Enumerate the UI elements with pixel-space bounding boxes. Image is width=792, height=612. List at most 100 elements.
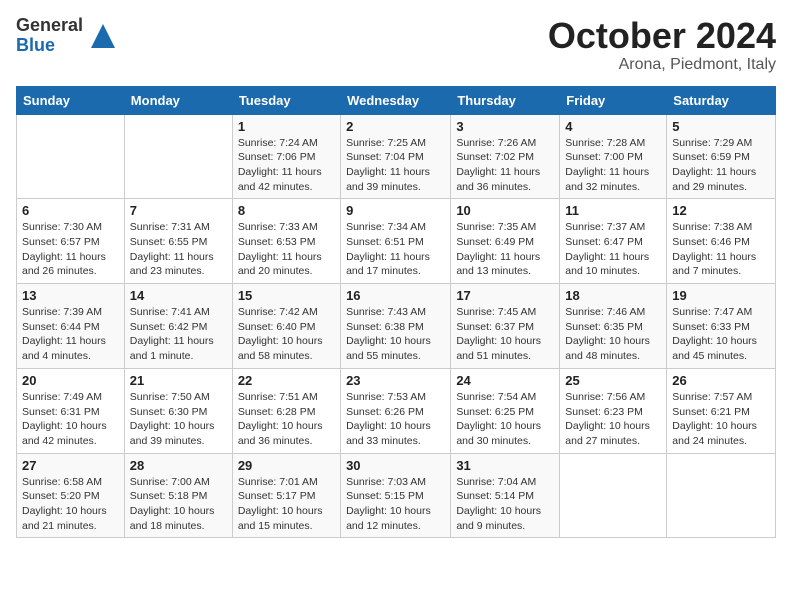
day-info: Sunrise: 7:31 AM Sunset: 6:55 PM Dayligh… bbox=[130, 220, 227, 279]
day-of-week-header: Monday bbox=[124, 86, 232, 114]
calendar-cell: 3 Sunrise: 7:26 AM Sunset: 7:02 PM Daylig… bbox=[451, 114, 560, 199]
day-number: 22 bbox=[238, 373, 335, 388]
calendar-week-row: 20Sunrise: 7:49 AM Sunset: 6:31 PM Dayli… bbox=[17, 368, 776, 453]
calendar-cell: 17 Sunrise: 7:45 AM Sunset: 6:37 PM Dayli… bbox=[451, 284, 560, 369]
calendar-week-row: 1 Sunrise: 7:24 AM Sunset: 7:06 PM Daylig… bbox=[17, 114, 776, 199]
day-number: 26 bbox=[672, 373, 770, 388]
calendar-cell bbox=[17, 114, 125, 199]
day-info: Sunrise: 7:26 AM Sunset: 7:02 PM Dayligh… bbox=[456, 136, 554, 195]
calendar-cell: 22 Sunrise: 7:51 AM Sunset: 6:28 PM Dayli… bbox=[232, 368, 340, 453]
calendar-body: 1 Sunrise: 7:24 AM Sunset: 7:06 PM Daylig… bbox=[17, 114, 776, 538]
calendar-cell: 28Sunrise: 7:00 AM Sunset: 5:18 PM Dayli… bbox=[124, 453, 232, 538]
logo-general: General bbox=[16, 16, 83, 36]
day-of-week-header: Tuesday bbox=[232, 86, 340, 114]
title-area: October 2024 Arona, Piedmont, Italy bbox=[548, 16, 776, 74]
calendar-cell bbox=[560, 453, 667, 538]
day-number: 15 bbox=[238, 288, 335, 303]
month-title: October 2024 bbox=[548, 16, 776, 56]
calendar-cell: 27 Sunrise: 6:58 AM Sunset: 5:20 PM Dayli… bbox=[17, 453, 125, 538]
calendar-cell: 13 Sunrise: 7:39 AM Sunset: 6:44 PM Dayli… bbox=[17, 284, 125, 369]
calendar-cell: 26Sunrise: 7:57 AM Sunset: 6:21 PM Dayli… bbox=[667, 368, 776, 453]
day-number: 11 bbox=[565, 203, 661, 218]
day-info: Sunrise: 7:54 AM Sunset: 6:25 PM Dayligh… bbox=[456, 390, 554, 449]
calendar-week-row: 27 Sunrise: 6:58 AM Sunset: 5:20 PM Dayli… bbox=[17, 453, 776, 538]
calendar-cell: 16 Sunrise: 7:43 AM Sunset: 6:38 PM Dayli… bbox=[341, 284, 451, 369]
day-info: Sunrise: 7:35 AM Sunset: 6:49 PM Dayligh… bbox=[456, 220, 554, 279]
calendar-cell: 9 Sunrise: 7:34 AM Sunset: 6:51 PM Daylig… bbox=[341, 199, 451, 284]
calendar-cell: 30Sunrise: 7:03 AM Sunset: 5:15 PM Dayli… bbox=[341, 453, 451, 538]
day-number: 29 bbox=[238, 458, 335, 473]
calendar-cell: 7 Sunrise: 7:31 AM Sunset: 6:55 PM Daylig… bbox=[124, 199, 232, 284]
day-info: Sunrise: 6:58 AM Sunset: 5:20 PM Dayligh… bbox=[22, 475, 119, 534]
day-number: 17 bbox=[456, 288, 554, 303]
day-info: Sunrise: 7:47 AM Sunset: 6:33 PM Dayligh… bbox=[672, 305, 770, 364]
day-number: 9 bbox=[346, 203, 445, 218]
day-number: 4 bbox=[565, 119, 661, 134]
day-info: Sunrise: 7:38 AM Sunset: 6:46 PM Dayligh… bbox=[672, 220, 770, 279]
day-number: 12 bbox=[672, 203, 770, 218]
day-info: Sunrise: 7:51 AM Sunset: 6:28 PM Dayligh… bbox=[238, 390, 335, 449]
calendar-cell: 12 Sunrise: 7:38 AM Sunset: 6:46 PM Dayli… bbox=[667, 199, 776, 284]
logo-icon bbox=[87, 20, 119, 52]
calendar-week-row: 13 Sunrise: 7:39 AM Sunset: 6:44 PM Dayli… bbox=[17, 284, 776, 369]
calendar-cell: 14 Sunrise: 7:41 AM Sunset: 6:42 PM Dayli… bbox=[124, 284, 232, 369]
day-info: Sunrise: 7:37 AM Sunset: 6:47 PM Dayligh… bbox=[565, 220, 661, 279]
day-number: 3 bbox=[456, 119, 554, 134]
calendar-cell: 6Sunrise: 7:30 AM Sunset: 6:57 PM Daylig… bbox=[17, 199, 125, 284]
calendar-cell: 25 Sunrise: 7:56 AM Sunset: 6:23 PM Dayli… bbox=[560, 368, 667, 453]
calendar-cell: 15 Sunrise: 7:42 AM Sunset: 6:40 PM Dayli… bbox=[232, 284, 340, 369]
day-info: Sunrise: 7:01 AM Sunset: 5:17 PM Dayligh… bbox=[238, 475, 335, 534]
calendar-cell: 29 Sunrise: 7:01 AM Sunset: 5:17 PM Dayli… bbox=[232, 453, 340, 538]
day-info: Sunrise: 7:46 AM Sunset: 6:35 PM Dayligh… bbox=[565, 305, 661, 364]
calendar-cell: 1 Sunrise: 7:24 AM Sunset: 7:06 PM Daylig… bbox=[232, 114, 340, 199]
day-info: Sunrise: 7:04 AM Sunset: 5:14 PM Dayligh… bbox=[456, 475, 554, 534]
day-info: Sunrise: 7:34 AM Sunset: 6:51 PM Dayligh… bbox=[346, 220, 445, 279]
calendar-cell bbox=[124, 114, 232, 199]
day-info: Sunrise: 7:43 AM Sunset: 6:38 PM Dayligh… bbox=[346, 305, 445, 364]
day-info: Sunrise: 7:41 AM Sunset: 6:42 PM Dayligh… bbox=[130, 305, 227, 364]
day-info: Sunrise: 7:00 AM Sunset: 5:18 PM Dayligh… bbox=[130, 475, 227, 534]
day-info: Sunrise: 7:39 AM Sunset: 6:44 PM Dayligh… bbox=[22, 305, 119, 364]
day-info: Sunrise: 7:42 AM Sunset: 6:40 PM Dayligh… bbox=[238, 305, 335, 364]
calendar-cell: 8Sunrise: 7:33 AM Sunset: 6:53 PM Daylig… bbox=[232, 199, 340, 284]
day-number: 14 bbox=[130, 288, 227, 303]
day-number: 2 bbox=[346, 119, 445, 134]
location: Arona, Piedmont, Italy bbox=[548, 56, 776, 74]
day-number: 16 bbox=[346, 288, 445, 303]
day-number: 21 bbox=[130, 373, 227, 388]
calendar-cell: 4Sunrise: 7:28 AM Sunset: 7:00 PM Daylig… bbox=[560, 114, 667, 199]
day-number: 13 bbox=[22, 288, 119, 303]
calendar-cell: 31Sunrise: 7:04 AM Sunset: 5:14 PM Dayli… bbox=[451, 453, 560, 538]
day-info: Sunrise: 7:49 AM Sunset: 6:31 PM Dayligh… bbox=[22, 390, 119, 449]
day-info: Sunrise: 7:45 AM Sunset: 6:37 PM Dayligh… bbox=[456, 305, 554, 364]
calendar-cell: 21 Sunrise: 7:50 AM Sunset: 6:30 PM Dayli… bbox=[124, 368, 232, 453]
day-info: Sunrise: 7:50 AM Sunset: 6:30 PM Dayligh… bbox=[130, 390, 227, 449]
day-info: Sunrise: 7:33 AM Sunset: 6:53 PM Dayligh… bbox=[238, 220, 335, 279]
day-number: 27 bbox=[22, 458, 119, 473]
page-header: General Blue October 2024 Arona, Piedmon… bbox=[16, 16, 776, 74]
calendar-cell: 11 Sunrise: 7:37 AM Sunset: 6:47 PM Dayli… bbox=[560, 199, 667, 284]
calendar-cell: 10Sunrise: 7:35 AM Sunset: 6:49 PM Dayli… bbox=[451, 199, 560, 284]
calendar-header-row: SundayMondayTuesdayWednesdayThursdayFrid… bbox=[17, 86, 776, 114]
logo-blue: Blue bbox=[16, 36, 83, 56]
day-of-week-header: Wednesday bbox=[341, 86, 451, 114]
calendar-cell: 20Sunrise: 7:49 AM Sunset: 6:31 PM Dayli… bbox=[17, 368, 125, 453]
day-of-week-header: Saturday bbox=[667, 86, 776, 114]
day-info: Sunrise: 7:25 AM Sunset: 7:04 PM Dayligh… bbox=[346, 136, 445, 195]
day-number: 30 bbox=[346, 458, 445, 473]
calendar-cell: 18 Sunrise: 7:46 AM Sunset: 6:35 PM Dayli… bbox=[560, 284, 667, 369]
day-number: 6 bbox=[22, 203, 119, 218]
day-number: 7 bbox=[130, 203, 227, 218]
calendar-table: SundayMondayTuesdayWednesdayThursdayFrid… bbox=[16, 86, 776, 539]
calendar-cell: 23Sunrise: 7:53 AM Sunset: 6:26 PM Dayli… bbox=[341, 368, 451, 453]
logo: General Blue bbox=[16, 16, 119, 56]
calendar-cell: 5Sunrise: 7:29 AM Sunset: 6:59 PM Daylig… bbox=[667, 114, 776, 199]
day-number: 18 bbox=[565, 288, 661, 303]
day-number: 5 bbox=[672, 119, 770, 134]
day-number: 25 bbox=[565, 373, 661, 388]
day-of-week-header: Friday bbox=[560, 86, 667, 114]
day-info: Sunrise: 7:56 AM Sunset: 6:23 PM Dayligh… bbox=[565, 390, 661, 449]
day-info: Sunrise: 7:53 AM Sunset: 6:26 PM Dayligh… bbox=[346, 390, 445, 449]
day-info: Sunrise: 7:24 AM Sunset: 7:06 PM Dayligh… bbox=[238, 136, 335, 195]
day-number: 1 bbox=[238, 119, 335, 134]
